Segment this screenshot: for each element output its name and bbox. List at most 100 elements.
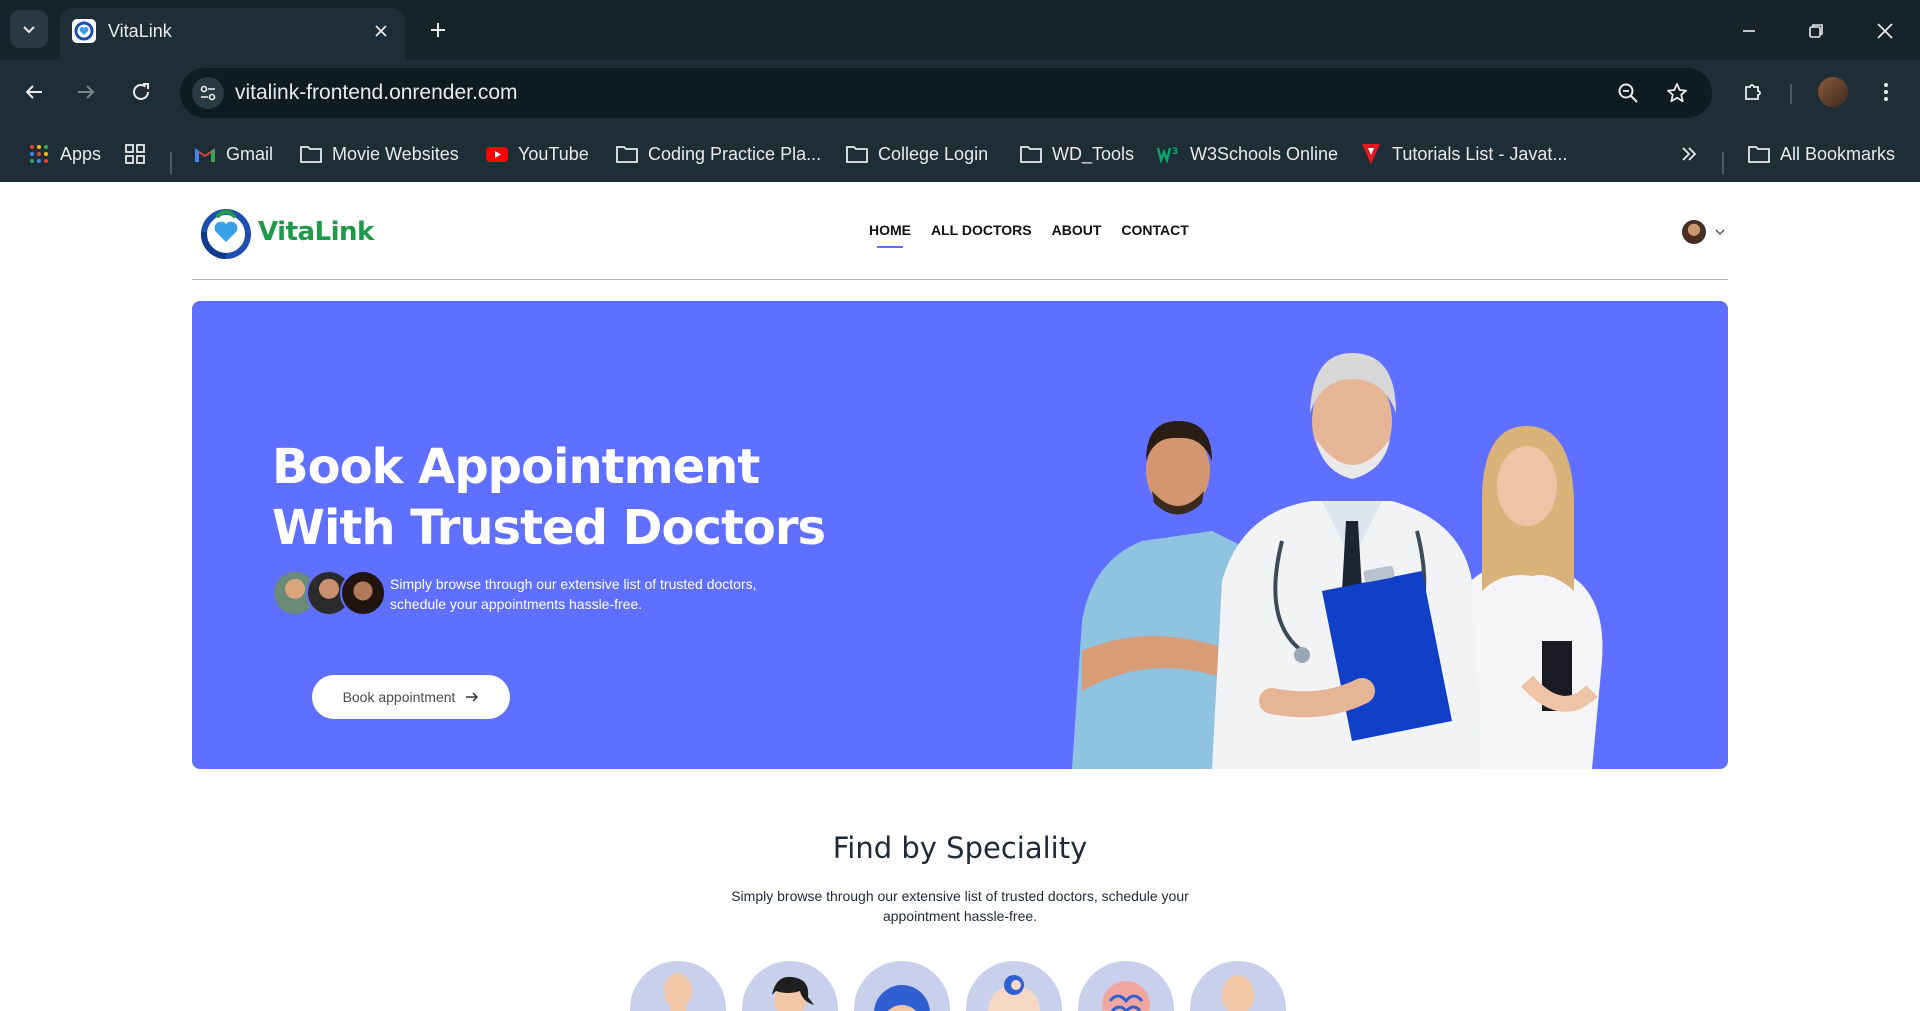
hero-subtitle: Simply browse through our extensive list… (390, 574, 810, 614)
reload-button[interactable] (123, 74, 159, 110)
bookmark-label: College Login (878, 143, 989, 164)
browser-toolbar: vitalink-frontend.onrender.com (0, 60, 1920, 126)
user-menu[interactable] (1682, 220, 1726, 244)
nav-all-doctors[interactable]: ALL DOCTORS (931, 222, 1032, 238)
nav-about[interactable]: ABOUT (1052, 222, 1102, 238)
book-appointment-button[interactable]: Book appointment (312, 675, 510, 719)
header-divider (192, 279, 1728, 280)
vitalink-favicon-icon (72, 19, 96, 43)
reload-icon (133, 83, 149, 100)
bookmark-gmail[interactable]: Gmail (192, 138, 273, 170)
back-button[interactable] (16, 74, 52, 110)
active-tab[interactable]: VitaLink (60, 8, 405, 60)
forward-button[interactable] (68, 74, 104, 110)
bookmark-coding-practice[interactable]: Coding Practice Pla... (614, 138, 821, 170)
site-logo[interactable]: VitaLink (196, 202, 374, 262)
hero-banner: Book Appointment With Trusted Doctors Si… (192, 301, 1728, 769)
restore-button[interactable] (1799, 14, 1833, 48)
hero-profile-group: Simply browse through our extensive list… (272, 570, 810, 618)
folder-icon (614, 141, 640, 167)
plus-icon (431, 23, 445, 37)
gmail-icon (192, 141, 218, 167)
tab-title: VitaLink (108, 21, 172, 41)
folder-icon (1018, 141, 1044, 167)
avatar (1682, 220, 1706, 244)
doctor-center (1212, 353, 1482, 769)
all-bookmarks-label: All Bookmarks (1780, 143, 1896, 164)
chevron-down-icon (1715, 229, 1725, 235)
folder-icon (844, 141, 870, 167)
minimize-button[interactable] (1732, 14, 1766, 48)
bookmark-label: W3Schools Online (1190, 143, 1339, 164)
bookmarks-divider (170, 152, 172, 174)
speciality-item[interactable] (1190, 961, 1286, 1011)
tab-search-button[interactable] (10, 10, 48, 48)
dermatologist-icon (874, 985, 930, 1011)
browser-menu-button[interactable] (1868, 74, 1904, 110)
bookmark-apps[interactable]: Apps (26, 138, 101, 170)
profile-avatar[interactable] (1818, 77, 1848, 107)
svg-text:3: 3 (1172, 147, 1178, 157)
speciality-item[interactable] (742, 961, 838, 1011)
javatpoint-icon (1358, 141, 1384, 167)
all-bookmarks-button[interactable]: All Bookmarks (1746, 138, 1895, 170)
hero-title-line: With Trusted Doctors (272, 500, 826, 556)
close-window-button[interactable] (1868, 14, 1902, 48)
url-text: vitalink-frontend.onrender.com (235, 81, 518, 104)
bookmark-movie-websites[interactable]: Movie Websites (298, 138, 459, 170)
speciality-item[interactable] (630, 961, 726, 1011)
nav-home[interactable]: HOME (869, 222, 911, 248)
restore-icon (1809, 24, 1823, 38)
bookmark-label: Movie Websites (332, 143, 459, 164)
nav-contact[interactable]: CONTACT (1121, 222, 1188, 238)
bookmark-label: YouTube (518, 143, 589, 164)
bookmarks-bar: Apps Gmail Movie Websites YouTube Coding… (0, 126, 1920, 182)
bookmark-star-button[interactable] (1662, 78, 1692, 108)
tab-groups-icon (122, 141, 148, 167)
hero-title-line: Book Appointment (272, 439, 760, 495)
zoom-button[interactable] (1613, 78, 1643, 108)
chevron-down-icon (23, 26, 35, 34)
close-tab-button[interactable] (368, 18, 394, 44)
pediatrician-icon (988, 975, 1040, 1011)
browser-chrome: VitaLink vitalink-frontend.onrender.com … (0, 0, 1920, 182)
speciality-item[interactable] (1078, 961, 1174, 1011)
bookmark-label: Tutorials List - Javat... (1392, 143, 1568, 164)
hero-subtitle-line: Simply browse through our extensive list… (390, 576, 757, 592)
patient-avatars (272, 570, 388, 618)
doctors-illustration (1072, 353, 1603, 769)
brand-name: VitaLink (258, 217, 374, 247)
extensions-button[interactable] (1735, 74, 1771, 110)
site-info-button[interactable] (192, 77, 224, 109)
bookmark-tutorials-list[interactable]: Tutorials List - Javat... (1358, 138, 1567, 170)
new-tab-button[interactable] (424, 16, 452, 44)
more-bookmarks-button[interactable] (1676, 138, 1710, 170)
bookmark-w3schools[interactable]: 3 W3Schools Online (1156, 138, 1338, 170)
arrow-left-icon (25, 85, 42, 99)
zoom-out-icon (1618, 83, 1638, 103)
hero-subtitle-line: schedule your appointments hassle-free. (390, 596, 643, 612)
speciality-item[interactable] (854, 961, 950, 1011)
bookmark-wd-tools[interactable]: WD_Tools (1018, 138, 1134, 170)
folder-icon (1746, 141, 1772, 167)
avatar (340, 570, 386, 616)
minimize-icon (1743, 30, 1755, 32)
speciality-section-subtitle: Simply browse through our extensive list… (730, 886, 1190, 926)
speciality-section-title: Find by Speciality (832, 831, 1088, 865)
youtube-icon (484, 141, 510, 167)
bookmark-youtube[interactable]: YouTube (484, 138, 589, 170)
neurologist-icon (1102, 981, 1150, 1011)
gastroenterologist-icon (1222, 975, 1254, 1011)
bookmark-tab-groups[interactable] (122, 138, 156, 170)
heart-hands-logo-icon (200, 209, 251, 260)
address-bar[interactable]: vitalink-frontend.onrender.com (180, 68, 1712, 118)
speciality-subtitle-line: appointment hassle-free. (882, 908, 1038, 924)
speciality-icons-row (630, 961, 1290, 1011)
toolbar-divider (1790, 84, 1792, 104)
puzzle-icon (1745, 84, 1761, 100)
close-icon (1877, 23, 1893, 39)
main-navigation: HOME ALL DOCTORS ABOUT CONTACT (869, 222, 1189, 248)
speciality-item[interactable] (966, 961, 1062, 1011)
bookmark-college-login[interactable]: College Login (844, 138, 988, 170)
chevron-double-right-icon (1676, 141, 1702, 167)
